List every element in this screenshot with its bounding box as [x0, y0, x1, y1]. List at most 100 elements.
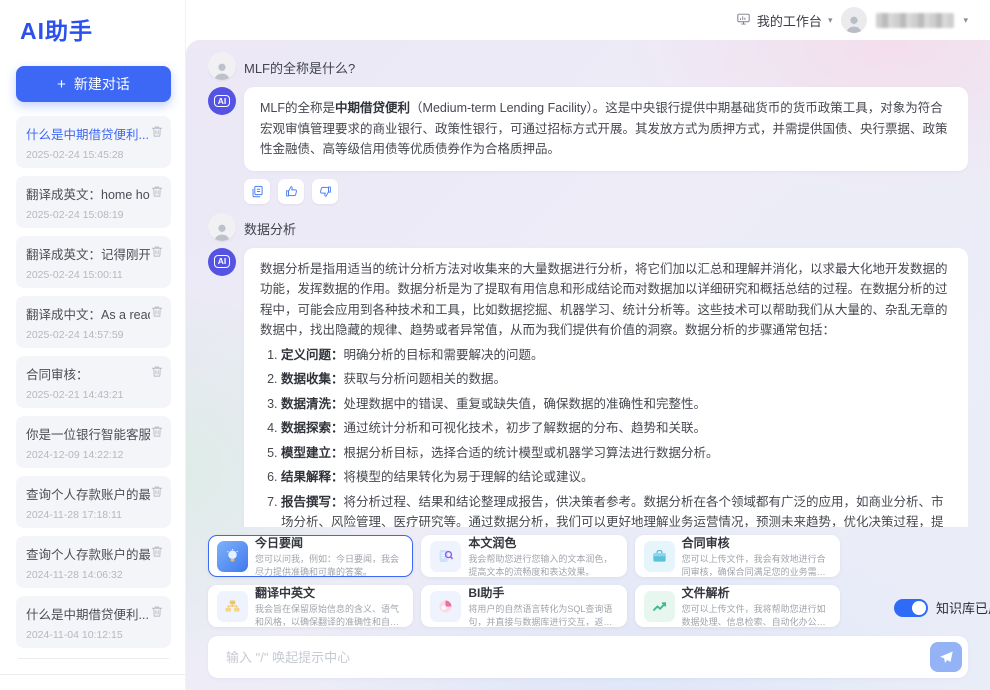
history-item-title: 你是一位银行智能客服，... [26, 424, 150, 443]
workspace-switcher[interactable]: 我的工作台 ▾ [736, 11, 833, 30]
card-bi-assistant[interactable]: BI助手 将用户的自然语言转化为SQL查询语句，并直接与数据库进行交互，返回智能… [421, 585, 626, 627]
app-logo: AI助手 [20, 12, 171, 46]
copy-button[interactable] [244, 179, 270, 204]
history-item-time: 2024-11-04 10:12:15 [26, 629, 161, 641]
card-translate[interactable]: 翻译中英文 我会旨在保留原始信息的含义、语气和风格，以确保翻译的准确性和自然流畅… [208, 585, 413, 627]
user-avatar[interactable] [841, 7, 867, 33]
history-item-time: 2025-02-24 15:08:19 [26, 209, 161, 221]
delete-icon[interactable] [151, 485, 163, 503]
history-item[interactable]: 你是一位银行智能客服，... 2024-12-09 14:22:12 [16, 416, 171, 468]
history-item-time: 2025-02-21 14:43:21 [26, 389, 161, 401]
main-area: 我的工作台 ▾ ▾ MLF的全称是什么? AI [186, 0, 990, 690]
lightbulb-icon [217, 541, 248, 572]
ai-avatar: AI [208, 248, 236, 276]
chevron-down-icon[interactable]: ▾ [963, 15, 968, 26]
delete-icon[interactable] [151, 365, 163, 383]
knowledge-base-toggle[interactable] [894, 599, 928, 617]
cards-area: 今日要闻 您可以问我，例如：今日要闻，我会尽力提供准确和可靠的答案。 本文润色 … [208, 535, 968, 627]
history-item[interactable]: 查询个人存款账户的最新... 2024-11-28 14:06:32 [16, 536, 171, 588]
history-item-title: 翻译成英文：记得刚开始... [26, 244, 150, 263]
card-title: 文件解析 [682, 584, 831, 601]
delete-icon[interactable] [151, 605, 163, 623]
user-message: 数据分析 [208, 213, 968, 241]
history-item-title: 翻译成英文：home home [26, 184, 150, 203]
card-title: 今日要闻 [255, 534, 404, 551]
document-magnifier-icon [430, 541, 461, 572]
card-title: 合同审核 [682, 534, 831, 551]
thumbs-up-button[interactable] [278, 179, 304, 204]
history-item[interactable]: 合同审核： 2025-02-21 14:43:21 [16, 356, 171, 408]
toggle-knob [912, 601, 926, 615]
ai-badge: AI [214, 255, 230, 268]
history-item-time: 2024-12-09 14:22:12 [26, 449, 161, 461]
delete-icon[interactable] [151, 245, 163, 263]
conversation-history: 什么是中期借贷便利... 2025-02-24 15:45:28 翻译成英文：h… [16, 116, 171, 648]
history-item[interactable]: 查询个人存款账户的最新... 2024-11-28 17:18:11 [16, 476, 171, 528]
step-item: 数据探索：通过统计分析和可视化技术，初步了解数据的分布、趋势和关联。 [281, 418, 952, 439]
thumbs-down-button[interactable] [312, 179, 338, 204]
history-item-title: 翻译成中文：As a reader... [26, 304, 150, 323]
history-item-time: 2025-02-24 15:45:28 [26, 149, 161, 161]
history-item-time: 2025-02-24 15:00:11 [26, 269, 161, 281]
ai-message-bubble: MLF的全称是中期借贷便利（Medium-term Lending Facili… [244, 87, 968, 171]
delete-icon[interactable] [151, 125, 163, 143]
history-item[interactable]: 什么是中期借贷便利... 2025-02-24 15:45:28 [16, 116, 171, 168]
ai-answer-bold: 中期借贷便利 [335, 101, 410, 115]
workspace-label: 我的工作台 [757, 11, 822, 30]
ai-message: AI 数据分析是指用适当的统计分析方法对收集来的大量数据进行分析，将它们加以汇总… [208, 248, 968, 528]
ai-answer-intro: 数据分析是指用适当的统计分析方法对收集来的大量数据进行分析，将它们加以汇总和理解… [260, 262, 948, 338]
step-item: 模型建立：根据分析目标，选择合适的统计模型或机器学习算法进行数据分析。 [281, 443, 952, 464]
card-description: 我会旨在保留原始信息的含义、语气和风格，以确保翻译的准确性和自然流畅。 [255, 603, 404, 627]
card-today-news[interactable]: 今日要闻 您可以问我，例如：今日要闻，我会尽力提供准确和可靠的答案。 [208, 535, 413, 577]
history-item[interactable]: 翻译成英文：home home 2025-02-24 15:08:19 [16, 176, 171, 228]
sidebar: AI助手 + 新建对话 什么是中期借贷便利... 2025-02-24 15:4… [0, 0, 186, 690]
user-message-avatar [208, 213, 236, 241]
ai-message: AI MLF的全称是中期借贷便利（Medium-term Lending Fac… [208, 87, 968, 171]
new-chat-button[interactable]: + 新建对话 [16, 66, 171, 102]
app-root: AI助手 + 新建对话 什么是中期借贷便利... 2025-02-24 15:4… [0, 0, 990, 690]
history-item-time: 2024-11-28 14:06:32 [26, 569, 161, 581]
history-item-title: 什么是中期借贷便利... [26, 604, 150, 623]
history-item-title: 查询个人存款账户的最新... [26, 544, 150, 563]
history-item[interactable]: 什么是中期借贷便利... 2024-11-04 10:12:15 [16, 596, 171, 648]
card-title: BI助手 [468, 584, 617, 601]
message-list: MLF的全称是什么? AI MLF的全称是中期借贷便利（Medium-term … [208, 52, 968, 527]
plus-icon: + [57, 76, 66, 93]
history-item[interactable]: 翻译成中文：As a reader... 2025-02-24 14:57:59 [16, 296, 171, 348]
ai-answer-text: MLF的全称是 [260, 101, 335, 115]
composer [208, 636, 968, 678]
step-item: 数据收集：获取与分析问题相关的数据。 [281, 369, 952, 390]
trend-arrow-icon [644, 591, 675, 622]
ai-badge: AI [214, 95, 230, 108]
card-description: 将用户的自然语言转化为SQL查询语句，并直接与数据库进行交互，返回智能推荐的图表… [468, 603, 617, 627]
chat-panel: MLF的全称是什么? AI MLF的全称是中期借贷便利（Medium-term … [186, 40, 990, 690]
history-item-title: 合同审核： [26, 364, 150, 383]
history-item-time: 2024-11-28 17:18:11 [26, 509, 161, 521]
ai-avatar: AI [208, 87, 236, 115]
history-item[interactable]: 翻译成英文：记得刚开始... 2025-02-24 15:00:11 [16, 236, 171, 288]
history-divider [18, 658, 169, 659]
delete-icon[interactable] [151, 185, 163, 203]
workbench-icon [736, 12, 751, 29]
card-description: 您可以上传文件，我将帮助您进行如数据处理、信息检索、自动化办公等。 [682, 603, 831, 627]
delete-icon[interactable] [151, 305, 163, 323]
card-text-polish[interactable]: 本文润色 我会帮助您进行您输入的文本润色，提高文本的流畅度和表达效果。 [421, 535, 626, 577]
card-contract-review[interactable]: 合同审核 您可以上传文件，我会有效地进行合同审核，确保合同满足您的业务需求。 [635, 535, 840, 577]
ai-message-bubble: 数据分析是指用适当的统计分析方法对收集来的大量数据进行分析，将它们加以汇总和理解… [244, 248, 968, 528]
delete-icon[interactable] [151, 545, 163, 563]
step-item: 结果解释：将模型的结果转化为易于理解的结论或建议。 [281, 467, 952, 488]
send-button[interactable] [930, 642, 962, 672]
step-item: 报告撰写：将分析过程、结果和结论整理成报告，供决策者参考。数据分析在各个领域都有… [281, 492, 952, 528]
message-actions [244, 179, 968, 204]
paper-plane-icon [939, 650, 954, 665]
translate-flow-icon [217, 591, 248, 622]
user-message-text: MLF的全称是什么? [244, 52, 355, 80]
user-message-text: 数据分析 [244, 213, 296, 241]
sidebar-footer-divider [0, 674, 185, 675]
card-file-parsing[interactable]: 文件解析 您可以上传文件，我将帮助您进行如数据处理、信息检索、自动化办公等。 [635, 585, 840, 627]
briefcase-icon [644, 541, 675, 572]
step-item: 定义问题：明确分析的目标和需要解决的问题。 [281, 345, 952, 366]
delete-icon[interactable] [151, 425, 163, 443]
message-input[interactable] [224, 649, 920, 666]
username-redacted[interactable] [876, 13, 954, 28]
